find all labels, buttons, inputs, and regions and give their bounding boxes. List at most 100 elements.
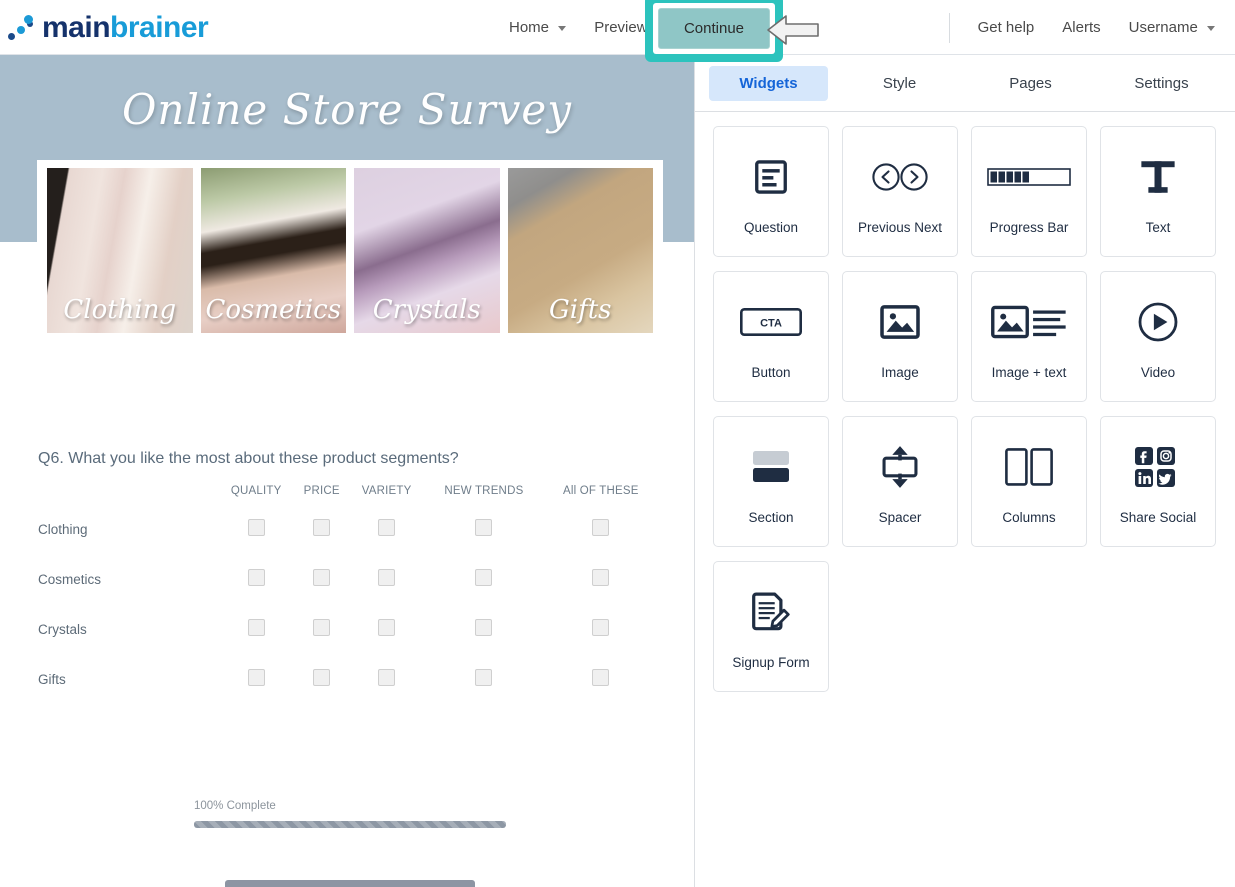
signup-form-icon [750, 583, 792, 641]
tab-pages-label: Pages [1009, 75, 1052, 92]
category-tile-label: Clothing [47, 295, 193, 325]
logo-text-brainer: brainer [110, 11, 208, 44]
matrix-checkbox[interactable] [592, 669, 609, 686]
matrix-cell [544, 519, 658, 569]
nav-item-preview-label: Preview [594, 19, 647, 36]
widget-label: Video [1141, 365, 1175, 380]
matrix-row-label: Cosmetics [38, 569, 218, 619]
button-cta-icon: CTA [740, 293, 802, 351]
widget-video[interactable]: Video [1100, 271, 1216, 402]
mouse-cursor-arrow-icon [766, 12, 820, 48]
widget-label: Share Social [1120, 510, 1197, 525]
category-tile-cosmetics[interactable]: Cosmetics [201, 168, 347, 333]
matrix-cell [294, 669, 349, 719]
continue-button[interactable]: Continue [658, 8, 770, 49]
widget-progress-bar[interactable]: Progress Bar [971, 126, 1087, 257]
matrix-checkbox[interactable] [313, 669, 330, 686]
category-tile-gifts[interactable]: Gifts [508, 168, 654, 333]
widget-label: Text [1146, 220, 1171, 235]
video-play-icon [1138, 293, 1178, 351]
share-social-icon [1133, 438, 1183, 496]
matrix-checkbox[interactable] [378, 619, 395, 636]
tab-style[interactable]: Style [840, 66, 959, 101]
matrix-cell [349, 669, 424, 719]
matrix-checkbox[interactable] [592, 519, 609, 536]
matrix-checkbox[interactable] [592, 619, 609, 636]
matrix-checkbox[interactable] [475, 669, 492, 686]
widget-share-social[interactable]: Share Social [1100, 416, 1216, 547]
nav-item-get-help-label: Get help [978, 19, 1035, 36]
widget-columns[interactable]: Columns [971, 416, 1087, 547]
table-row: Crystals [38, 619, 658, 669]
widget-image[interactable]: Image [842, 271, 958, 402]
matrix-checkbox[interactable] [248, 669, 265, 686]
tab-widgets[interactable]: Widgets [709, 66, 828, 101]
matrix-checkbox[interactable] [592, 569, 609, 586]
widget-section[interactable]: Section [713, 416, 829, 547]
widget-spacer[interactable]: Spacer [842, 416, 958, 547]
survey-title: Online Store Survey [0, 85, 694, 134]
image-icon [880, 293, 920, 351]
matrix-cell [424, 519, 543, 569]
tab-settings[interactable]: Settings [1102, 66, 1221, 101]
category-tile-label: Crystals [354, 295, 500, 325]
matrix-column-header: NEW TRENDS [424, 485, 543, 519]
nav-item-username[interactable]: Username [1115, 13, 1229, 42]
nav-item-alerts[interactable]: Alerts [1048, 13, 1114, 42]
category-tile-clothing[interactable]: Clothing [47, 168, 193, 333]
widget-previous-next[interactable]: Previous Next [842, 126, 958, 257]
widget-text[interactable]: Text [1100, 126, 1216, 257]
matrix-checkbox[interactable] [248, 569, 265, 586]
logo-text: mainbrainer [42, 11, 208, 45]
matrix-checkbox[interactable] [248, 619, 265, 636]
tab-pages[interactable]: Pages [971, 66, 1090, 101]
spacer-icon [880, 438, 920, 496]
matrix-cell [294, 569, 349, 619]
matrix-cell [424, 569, 543, 619]
matrix-cell [294, 619, 349, 669]
matrix-cell [424, 669, 543, 719]
widget-signup-form[interactable]: Signup Form [713, 561, 829, 692]
widget-question[interactable]: Question [713, 126, 829, 257]
table-row: Gifts [38, 669, 658, 719]
matrix-checkbox[interactable] [313, 569, 330, 586]
matrix-cell [424, 619, 543, 669]
matrix-cell [218, 669, 294, 719]
nav-item-home-label: Home [509, 19, 549, 36]
mainbrainer-logo[interactable]: mainbrainer [8, 11, 208, 45]
category-image-row: Clothing Cosmetics Crystals Gifts [47, 168, 653, 333]
widget-button[interactable]: CTA Button [713, 271, 829, 402]
cta-icon-text: CTA [760, 318, 782, 330]
nav-item-get-help[interactable]: Get help [964, 13, 1049, 42]
widget-label: Section [748, 510, 793, 525]
widget-label: Spacer [879, 510, 922, 525]
nav-item-username-label: Username [1129, 19, 1198, 36]
matrix-checkbox[interactable] [378, 569, 395, 586]
chevron-down-icon [558, 26, 566, 31]
previous-button[interactable]: Previous [225, 880, 475, 887]
matrix-cell [218, 569, 294, 619]
matrix-checkbox[interactable] [475, 619, 492, 636]
continue-highlight-inner: Continue [653, 3, 775, 54]
matrix-checkbox[interactable] [313, 619, 330, 636]
matrix-checkbox[interactable] [248, 519, 265, 536]
survey-progress: 100% Complete [194, 800, 506, 828]
matrix-checkbox[interactable] [378, 519, 395, 536]
matrix-checkbox[interactable] [378, 669, 395, 686]
matrix-checkbox[interactable] [475, 519, 492, 536]
matrix-checkbox[interactable] [475, 569, 492, 586]
matrix-cell [294, 519, 349, 569]
text-icon [1137, 148, 1179, 206]
widgets-side-panel: Widgets Style Pages Settings Question [694, 55, 1235, 887]
matrix-table: QUALITY PRICE VARIETY NEW TRENDS All OF … [38, 485, 658, 719]
columns-icon [1005, 438, 1053, 496]
matrix-cell [349, 619, 424, 669]
widget-label: Image + text [992, 365, 1067, 380]
nav-item-home[interactable]: Home [495, 13, 580, 42]
matrix-header-row: QUALITY PRICE VARIETY NEW TRENDS All OF … [38, 485, 658, 519]
widget-image-text[interactable]: Image + text [971, 271, 1087, 402]
matrix-checkbox[interactable] [313, 519, 330, 536]
category-tile-crystals[interactable]: Crystals [354, 168, 500, 333]
widget-label: Button [751, 365, 790, 380]
matrix-cell [544, 569, 658, 619]
